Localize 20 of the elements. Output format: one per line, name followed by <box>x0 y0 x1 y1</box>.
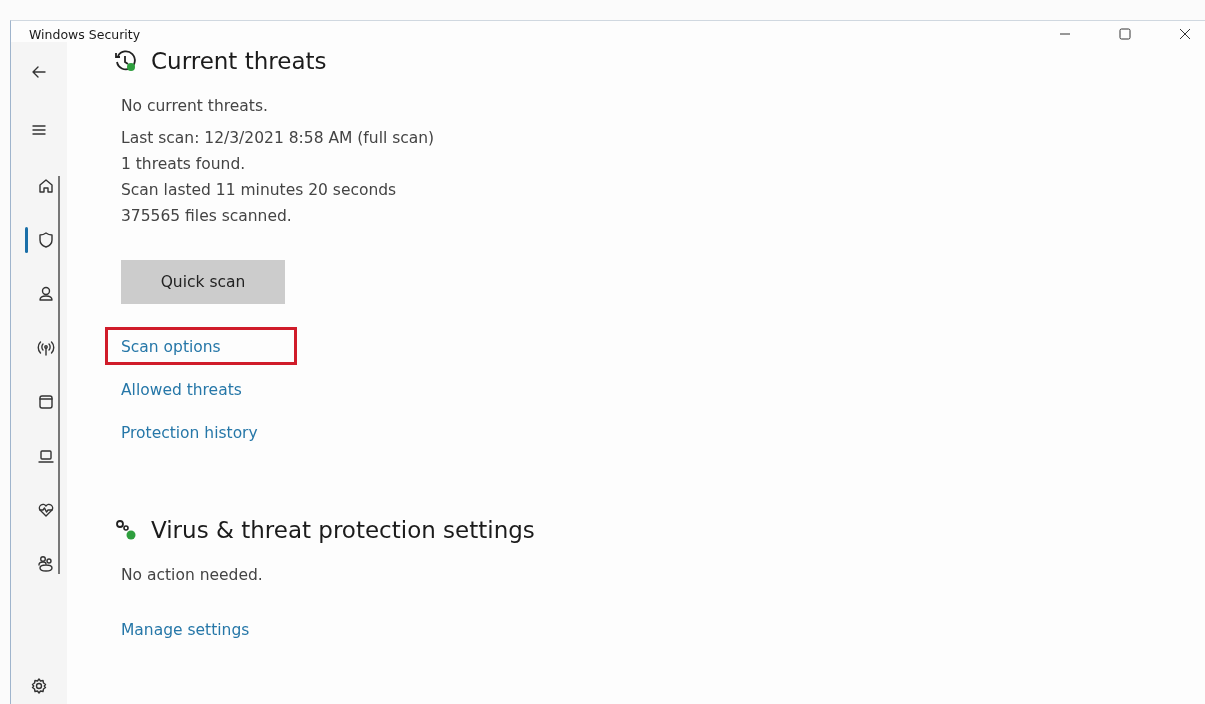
window-title: Windows Security <box>29 27 141 42</box>
section-heading: Current threats <box>151 48 327 74</box>
link[interactable]: Allowed threats <box>121 381 242 399</box>
family-icon[interactable] <box>35 554 56 574</box>
link[interactable]: Scan options <box>121 338 221 356</box>
wireless-antenna-icon[interactable] <box>35 338 56 358</box>
status-text: Scan lasted 11 minutes 20 seconds <box>121 180 398 201</box>
status-text: Last scan: 12/3/2021 8:58 AM (full scan) <box>121 128 436 149</box>
status-text: No action needed. <box>121 565 264 586</box>
maximize-icon[interactable] <box>1119 27 1131 40</box>
link[interactable]: Manage settings <box>121 621 250 639</box>
status-text: 375565 files scanned. <box>121 206 293 227</box>
quick-scan-button[interactable]: Quick scan <box>121 260 285 304</box>
status-text: No current threats. <box>121 96 269 117</box>
link[interactable]: Protection history <box>121 424 258 442</box>
status-text: 1 threats found. <box>121 154 247 175</box>
clock-check-icon <box>113 48 139 74</box>
section-heading: Virus & threat protection settings <box>151 517 535 543</box>
settings-icon[interactable] <box>29 676 49 696</box>
close-icon[interactable] <box>1179 27 1191 40</box>
